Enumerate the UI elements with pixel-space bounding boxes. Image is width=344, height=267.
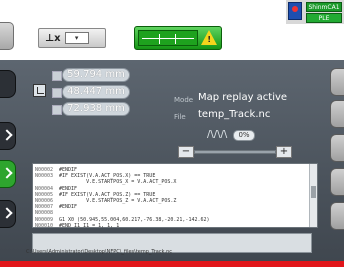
- code-line-number: N00004: [35, 185, 54, 192]
- right-tab-3[interactable]: [330, 134, 344, 162]
- code-line-number: N00009: [35, 216, 54, 223]
- code-line-number: N00002: [35, 167, 54, 173]
- track-mode-button[interactable]: !: [134, 26, 222, 50]
- top-toolbar: ⊥x ▾ ! ShinmCA1 PLE: [0, 0, 344, 60]
- axis-glyph: ⊥x: [45, 32, 61, 44]
- status-badge-top: ShinmCA1: [306, 2, 342, 12]
- track-tick: [175, 34, 176, 44]
- coordinate-frame-icon[interactable]: [33, 84, 46, 97]
- axis-dropdown[interactable]: ▾: [64, 32, 89, 44]
- status-badge-bottom: PLE: [306, 13, 342, 23]
- code-line: #IF EXIST(V.A.ACT_POS.X) == TRUE: [59, 173, 156, 180]
- code-line: #IF EXIST(V.A.ACT_POS.Z) == TRUE: [59, 191, 156, 198]
- code-line-number: N00007: [35, 204, 54, 211]
- side-tab-3-active[interactable]: [0, 160, 16, 188]
- code-line: V.E.STARTPOS_X = V.A.ACT_POS.X: [59, 179, 177, 186]
- axis-selector[interactable]: ⊥x ▾: [38, 28, 106, 48]
- track-tick: [159, 34, 160, 44]
- mode-value: Map replay active: [198, 92, 288, 103]
- code-line-number: N00003: [35, 173, 54, 180]
- code-scrollbar[interactable]: [309, 164, 317, 227]
- coord-axis-label: [52, 105, 62, 115]
- coord-z-value: 72.938 mm: [62, 102, 130, 116]
- mode-label: Mode: [174, 96, 194, 104]
- right-tab-2[interactable]: [330, 100, 344, 128]
- nc-code-view[interactable]: N00002 #ENDIF N00003 #IF EXIST(V.A.ACT_POS.…: [32, 163, 318, 229]
- warning-mark: !: [207, 35, 211, 44]
- logo-flag-icon: [288, 2, 302, 20]
- chevron-right-icon: [1, 167, 13, 179]
- coord-axis-label: [52, 71, 62, 81]
- coord-x-value: 59.794 mm: [62, 68, 130, 82]
- code-line: G1 X0 (50.945,55.004,60.217,-76.38,-20.2…: [59, 216, 210, 223]
- right-tab-4[interactable]: [330, 168, 344, 196]
- track-line: [142, 38, 194, 39]
- code-line-number: N00008: [35, 210, 54, 217]
- speed-percent: 0%: [233, 130, 255, 141]
- chevron-right-icon: [1, 129, 13, 141]
- speed-increase-button[interactable]: +: [276, 146, 292, 158]
- brand-strip: [0, 261, 344, 267]
- code-line: #ENDIF: [59, 204, 78, 211]
- side-tab-4[interactable]: [0, 200, 16, 228]
- side-tab-1[interactable]: [0, 70, 16, 98]
- chevron-right-icon: [1, 207, 13, 219]
- code-line: #ENDIF: [59, 167, 78, 173]
- code-line-number: N00005: [35, 191, 54, 198]
- file-label: File: [174, 113, 186, 121]
- chevron-down-icon: ▾: [74, 34, 79, 42]
- code-line: #END I1 I1 = 1, 1, 1: [59, 222, 120, 229]
- file-value: temp_Track.nc: [198, 109, 271, 120]
- coord-y-value: 48.447 mm: [62, 85, 130, 99]
- speed-decrease-button[interactable]: −: [178, 146, 194, 158]
- track-graphic: [138, 30, 198, 46]
- coord-axis-label: [52, 88, 62, 98]
- code-line: V.E.STARTPOS_Z = V.A.ACT_POS.Z: [59, 198, 177, 204]
- code-line-number: N00006: [35, 198, 54, 204]
- code-line-number: N00010: [35, 222, 54, 229]
- toolbar-left-button[interactable]: [0, 22, 14, 50]
- side-tab-2[interactable]: [0, 122, 16, 150]
- code-line: #ENDIF: [59, 185, 78, 192]
- right-tab-1[interactable]: [330, 68, 344, 96]
- speed-slider[interactable]: [194, 150, 276, 154]
- right-tab-5[interactable]: [330, 202, 344, 230]
- scrollbar-thumb[interactable]: [311, 186, 316, 198]
- status-path: C:\Users\Administrator\Desktop\NFPC\_fil…: [26, 249, 173, 255]
- speed-wave-icon: /\/\/\: [207, 129, 228, 140]
